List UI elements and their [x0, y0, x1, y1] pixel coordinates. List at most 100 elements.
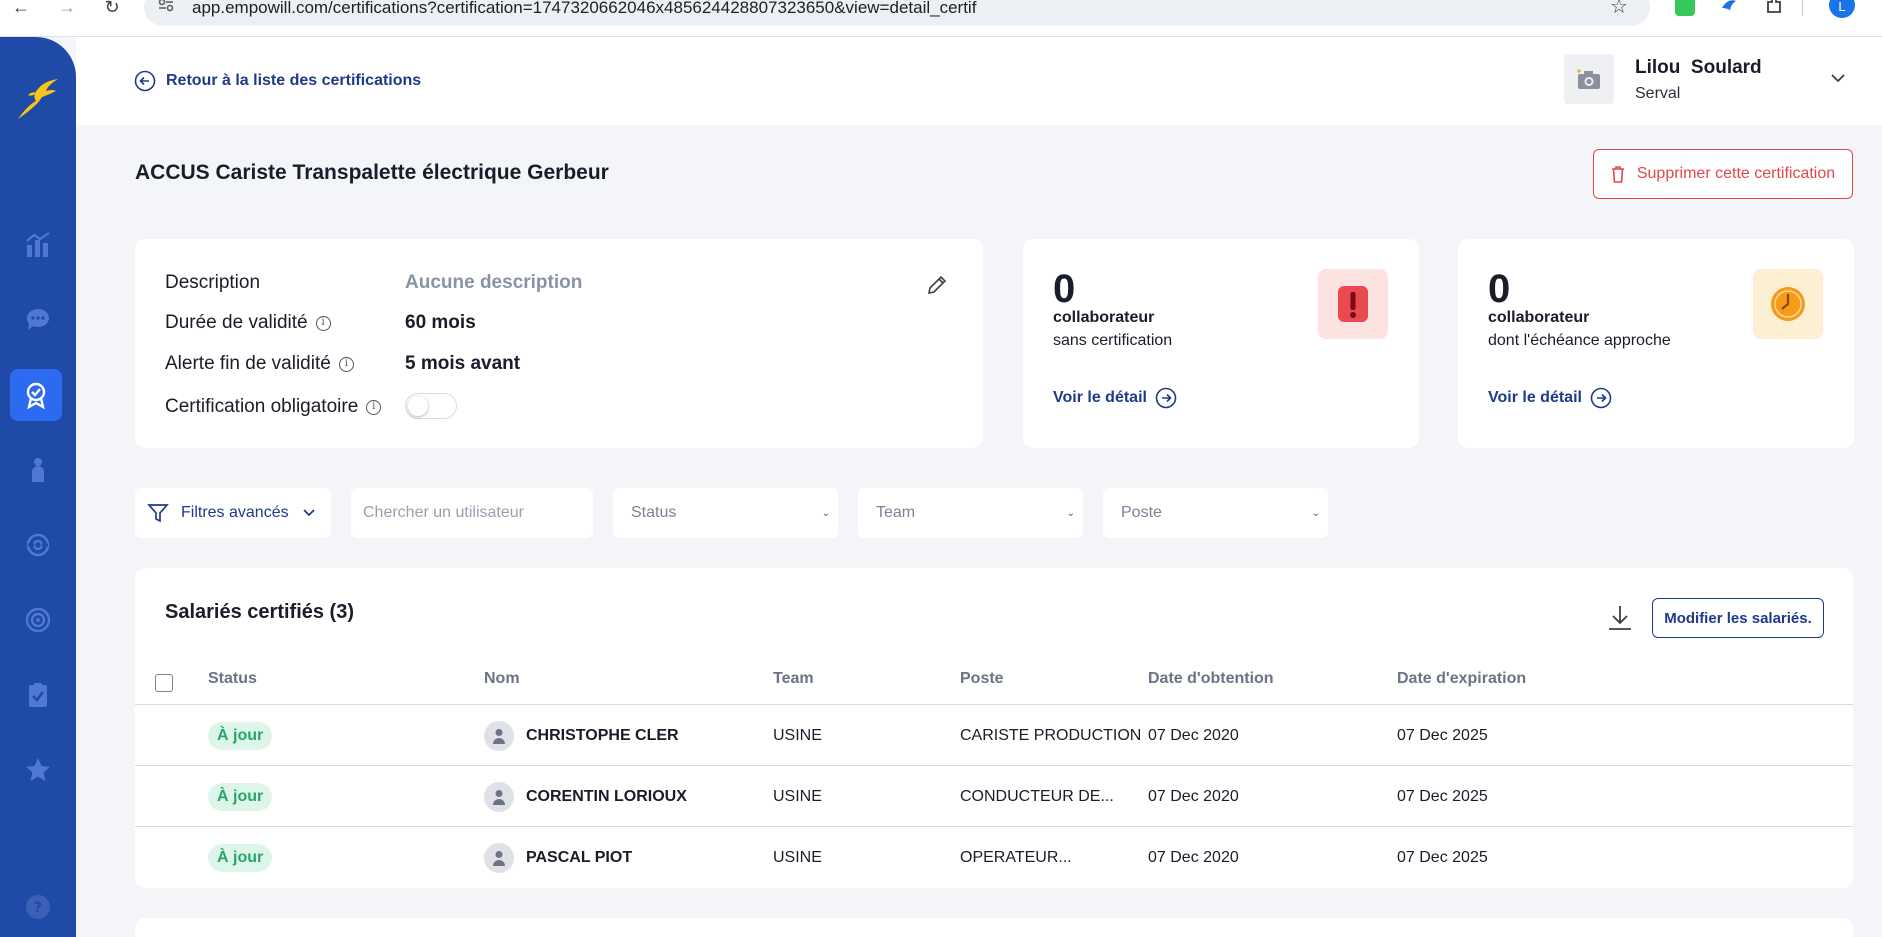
- team-cell: USINE: [773, 726, 822, 744]
- exclamation-icon: [1338, 286, 1368, 322]
- team-cell: USINE: [773, 787, 822, 805]
- status-badge: À jour: [208, 843, 273, 872]
- poste-cell: OPERATEUR...: [960, 848, 1072, 866]
- column-header-poste[interactable]: Poste: [960, 670, 1004, 688]
- user-menu[interactable]: Lilou Soulard Serval: [1564, 54, 1874, 106]
- user-name: Lilou Soulard: [1635, 57, 1762, 78]
- stat-subtitle: sans certification: [1053, 332, 1173, 349]
- description-label: Description: [165, 272, 260, 294]
- date-obtained-cell: 07 Dec 2020: [1148, 726, 1239, 744]
- modify-employees-button[interactable]: Modifier les salariés.: [1652, 598, 1824, 638]
- clock-icon: [1771, 287, 1805, 321]
- toolbar-divider: [1802, 0, 1803, 16]
- extension-bird-icon[interactable]: [1719, 0, 1739, 16]
- empowill-logo[interactable]: [14, 75, 60, 121]
- search-user-input[interactable]: Chercher un utilisateur: [351, 488, 593, 538]
- extension-icon[interactable]: [1675, 0, 1695, 16]
- extensions-puzzle-icon[interactable]: [1764, 0, 1784, 16]
- filter-funnel-icon: [147, 504, 169, 523]
- chevron-down-icon[interactable]: [1828, 68, 1848, 88]
- browser-toolbar: ← → ↻ app.empowill.com/certifications?ce…: [0, 0, 1882, 37]
- certification-icon[interactable]: [10, 369, 62, 421]
- column-header-status[interactable]: Status: [208, 670, 257, 688]
- advanced-filters-label: Filtres avancés: [181, 504, 289, 521]
- table-title: Salariés certifiés (3): [165, 601, 354, 623]
- search-placeholder: Chercher un utilisateur: [363, 504, 524, 521]
- info-icon[interactable]: i: [338, 356, 354, 372]
- table-row[interactable]: À jour CHRISTOPHE CLER USINE CARISTE PRO…: [135, 705, 1853, 766]
- select-all-checkbox[interactable]: [155, 674, 173, 692]
- stats-icon[interactable]: [18, 225, 58, 265]
- back-arrow-icon[interactable]: ←: [8, 0, 34, 18]
- stat-card-expiring-soon: 0 collaborateur dont l'échéance approche…: [1458, 239, 1854, 448]
- arrow-right-circle-icon: [1155, 387, 1177, 409]
- back-link-label: Retour à la liste des certifications: [166, 72, 422, 89]
- page-title: ACCUS Cariste Transpalette électrique Ge…: [135, 161, 609, 184]
- site-settings-icon[interactable]: [158, 0, 174, 14]
- camera-icon: [1577, 69, 1600, 89]
- avatar: [484, 781, 514, 812]
- table-row[interactable]: À jour PASCAL PIOT USINE OPERATEUR... 07…: [135, 827, 1853, 888]
- browser-profile-avatar[interactable]: L: [1829, 0, 1855, 18]
- see-detail-label: Voir le détail: [1053, 389, 1147, 406]
- team-select[interactable]: Team ⌄: [858, 488, 1083, 538]
- clock-badge: [1753, 269, 1823, 339]
- back-to-list-link[interactable]: Retour à la liste des certifications: [134, 70, 421, 92]
- caret-down-icon: ⌄: [1066, 507, 1075, 519]
- date-expiry-cell: 07 Dec 2025: [1397, 848, 1488, 866]
- validity-label-text: Durée de validité: [165, 312, 308, 333]
- stat-subtitle: dont l'échéance approche: [1488, 332, 1671, 349]
- status-badge: À jour: [208, 782, 273, 811]
- column-header-date-obtained[interactable]: Date d'obtention: [1148, 670, 1274, 688]
- bookmark-star-icon[interactable]: ☆: [1610, 0, 1628, 17]
- employee-name: PASCAL PIOT: [526, 848, 633, 866]
- date-obtained-cell: 07 Dec 2020: [1148, 848, 1239, 866]
- column-header-team[interactable]: Team: [773, 670, 814, 688]
- description-label-text: Description: [165, 272, 261, 293]
- date-obtained-cell: 07 Dec 2020: [1148, 787, 1239, 805]
- poste-select-label: Poste: [1121, 504, 1162, 521]
- alert-label: Alerte fin de validité i: [165, 353, 354, 375]
- chat-icon[interactable]: [18, 300, 58, 340]
- poste-cell: CONDUCTEUR DE...: [960, 787, 1114, 805]
- support-icon[interactable]: [18, 525, 58, 565]
- info-icon[interactable]: i: [366, 399, 382, 415]
- reload-icon[interactable]: ↻: [99, 0, 125, 18]
- pencil-edit-icon[interactable]: [925, 273, 949, 297]
- help-icon[interactable]: ?: [18, 887, 58, 927]
- alert-value: 5 mois avant: [405, 353, 521, 374]
- column-header-date-expiry[interactable]: Date d'expiration: [1397, 670, 1526, 688]
- target-icon[interactable]: [18, 600, 58, 640]
- column-header-name[interactable]: Nom: [484, 670, 520, 688]
- see-detail-link[interactable]: Voir le détail: [1053, 387, 1177, 409]
- validity-label: Durée de validité i: [165, 312, 331, 334]
- download-icon[interactable]: [1607, 604, 1633, 632]
- see-detail-link[interactable]: Voir le détail: [1488, 387, 1612, 409]
- poste-cell: CARISTE PRODUCTION: [960, 726, 1142, 744]
- mandatory-label: Certification obligatoire i: [165, 396, 382, 418]
- url-text[interactable]: app.empowill.com/certifications?certific…: [192, 0, 976, 16]
- caret-down-icon: ⌄: [1311, 507, 1320, 519]
- stat-number: 0: [1053, 267, 1076, 311]
- toggle-knob: [408, 396, 428, 416]
- user-photo-placeholder[interactable]: [1564, 54, 1614, 104]
- star-icon[interactable]: [18, 750, 58, 790]
- date-expiry-cell: 07 Dec 2025: [1397, 787, 1488, 805]
- table-row[interactable]: À jour CORENTIN LORIOUX USINE CONDUCTEUR…: [135, 766, 1853, 827]
- status-select-label: Status: [631, 504, 677, 521]
- stat-title: collaborateur: [1488, 309, 1590, 326]
- alert-badge: [1318, 269, 1388, 339]
- poste-select[interactable]: Poste ⌄: [1103, 488, 1328, 538]
- mandatory-toggle[interactable]: [405, 393, 457, 419]
- status-select[interactable]: Status ⌄: [613, 488, 838, 538]
- employee-name: CHRISTOPHE CLER: [526, 726, 679, 744]
- person-icon[interactable]: [18, 450, 58, 490]
- delete-certification-button[interactable]: Supprimer cette certification: [1593, 149, 1853, 199]
- arrow-left-circle-icon: [134, 70, 156, 92]
- stat-card-without-certification: 0 collaborateur sans certification Voir …: [1023, 239, 1419, 448]
- forward-arrow-icon[interactable]: →: [54, 0, 80, 18]
- clipboard-check-icon[interactable]: [18, 675, 58, 715]
- stat-number: 0: [1488, 267, 1511, 311]
- advanced-filters-button[interactable]: Filtres avancés: [135, 488, 331, 538]
- info-icon[interactable]: i: [315, 315, 331, 331]
